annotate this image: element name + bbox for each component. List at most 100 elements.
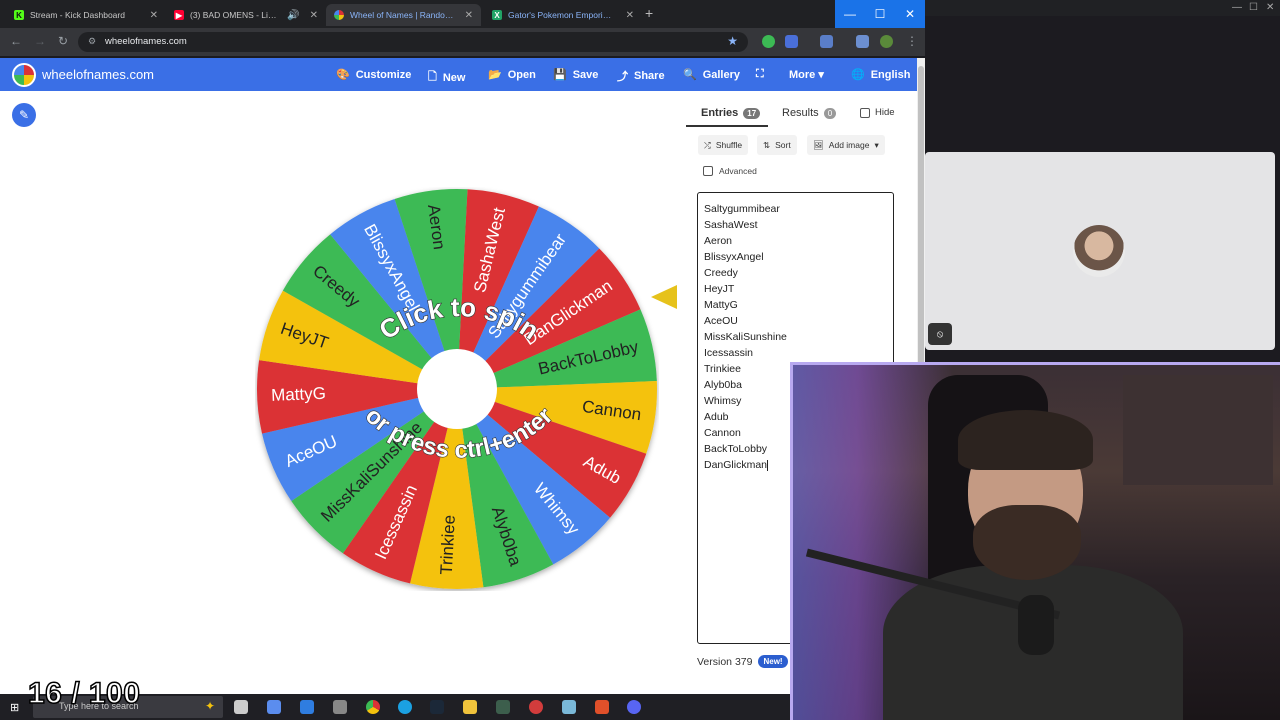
forward-icon[interactable]: → (34, 34, 46, 48)
steam-icon[interactable] (430, 700, 444, 714)
wheel-svg[interactable]: SashaWestSaltygummibearDanGlickmanBackTo… (255, 187, 659, 591)
camera-off-icon[interactable]: ⦸ (928, 323, 952, 345)
site-name[interactable]: wheelofnames.com (42, 67, 154, 82)
share-icon: ⤴ (617, 71, 628, 83)
wheel-segment-label: Trinkiee (437, 514, 459, 575)
site-info-icon[interactable]: ⚙ (88, 36, 96, 47)
entry-line: MissKaliSunshine (704, 331, 787, 343)
search-icon: 🔍 (683, 69, 697, 81)
menu-language[interactable]: 🌐 English (851, 68, 911, 82)
browser-tab[interactable]: K Stream - Kick Dashboard ✕ (6, 4, 166, 26)
excel-icon[interactable] (496, 700, 510, 714)
extension-icon[interactable] (785, 35, 798, 48)
close-icon[interactable]: ✕ (895, 0, 925, 28)
add-image-button[interactable]: 🖼 Add image ▾ (807, 135, 885, 155)
chrome-icon[interactable] (366, 700, 380, 714)
tab-label: Results (782, 107, 819, 119)
menu-label: English (870, 68, 911, 81)
tab-results[interactable]: Results 0 (782, 107, 837, 119)
app-icon[interactable] (333, 700, 347, 714)
extension-icon[interactable] (856, 35, 869, 48)
menu-label: New (442, 71, 466, 84)
add-image-label: Add image (828, 140, 870, 150)
sort-icon: ⇅ (763, 139, 771, 150)
tab-title: Gator's Pokemon Emporium.xls (508, 10, 616, 20)
url-input[interactable]: ⚙ wheelofnames.com ★ (78, 32, 748, 52)
panel-tabs: Entries 17 Results 0 Hide (686, 103, 906, 127)
wheel[interactable]: SashaWest Saltygummibear DanGlickman BackTo… (255, 187, 659, 591)
discord-icon[interactable] (627, 700, 641, 714)
back-icon[interactable]: ← (10, 34, 22, 48)
app-icon[interactable] (529, 700, 543, 714)
reload-icon[interactable]: ↻ (58, 34, 68, 48)
menu-gallery[interactable]: 🔍 Gallery (683, 68, 740, 82)
minimize-icon[interactable]: — (835, 0, 865, 28)
folder-open-icon: 📂 (488, 69, 502, 81)
menu-customize[interactable]: 🎨 Customize (336, 68, 412, 82)
hide-checkbox[interactable]: Hide (860, 107, 895, 118)
entry-line: MattyG (704, 299, 738, 311)
sort-label: Sort (775, 140, 791, 150)
kick-icon: K (14, 10, 24, 20)
microphone (1018, 595, 1054, 655)
browser-tab[interactable]: X Gator's Pokemon Emporium.xls ✕ (484, 4, 642, 26)
browser-tab[interactable]: ▶ (3) BAD OMENS - Like A Vi 🔊 ✕ (166, 4, 326, 26)
browser-tab-active[interactable]: Wheel of Names | Random nam ✕ (326, 4, 481, 26)
audio-icon[interactable]: 🔊 (287, 10, 299, 21)
site-header: wheelofnames.com 🎨 Customize 🗋 New 📂 Ope… (0, 58, 917, 91)
site-logo-icon[interactable] (12, 63, 36, 87)
bookmark-star-icon[interactable]: ★ (727, 34, 738, 48)
shuffle-button[interactable]: ⤮ Shuffle (698, 135, 749, 155)
avatar (1073, 225, 1125, 277)
entry-line: Creedy (704, 267, 738, 279)
profile-avatar[interactable] (880, 35, 893, 48)
address-bar: ← → ↻ ⚙ wheelofnames.com ★ ⋮ (0, 28, 925, 56)
maximize-icon[interactable]: ☐ (865, 0, 895, 28)
app-icon[interactable] (595, 700, 609, 714)
close-tab-icon[interactable]: ✕ (150, 10, 158, 21)
edit-pencil-icon[interactable]: ✎ (12, 103, 36, 127)
new-badge[interactable]: New! (758, 655, 788, 668)
entry-line: BlissyxAngel (704, 251, 764, 263)
text-cursor (767, 459, 769, 471)
wheel-center[interactable] (417, 349, 497, 429)
fullscreen-button[interactable]: ⛶ (756, 68, 764, 81)
close-icon[interactable]: ✕ (1266, 2, 1274, 13)
windows-start-icon[interactable]: ⊞ (10, 701, 19, 714)
menu-open[interactable]: 📂 Open (488, 68, 536, 82)
menu-more[interactable]: More ▾ (789, 68, 824, 81)
url-text: wheelofnames.com (105, 36, 187, 47)
file-explorer-icon[interactable] (463, 700, 477, 714)
new-tab-icon[interactable]: + (645, 5, 653, 21)
shuffle-label: Shuffle (715, 140, 743, 150)
app-icon[interactable] (562, 700, 576, 714)
menu-new[interactable]: 🗋 New (428, 68, 465, 87)
wheel-pointer (651, 285, 677, 309)
entry-line: SashaWest (704, 219, 758, 231)
menu-label: Customize (355, 68, 412, 81)
save-icon: 💾 (553, 69, 567, 81)
store-icon[interactable] (300, 700, 314, 714)
minimize-icon[interactable]: — (1232, 2, 1242, 13)
copilot-icon[interactable] (267, 700, 281, 714)
checkbox-icon[interactable] (703, 166, 713, 176)
menu-save[interactable]: 💾 Save (553, 68, 598, 82)
close-tab-icon[interactable]: ✕ (310, 10, 318, 21)
tab-entries[interactable]: Entries 17 (701, 107, 761, 119)
close-tab-icon[interactable]: ✕ (465, 10, 473, 21)
task-view-icon[interactable] (234, 700, 248, 714)
excel-icon: X (492, 10, 502, 20)
close-tab-icon[interactable]: ✕ (626, 10, 634, 21)
edge-icon[interactable] (398, 700, 412, 714)
advanced-checkbox[interactable]: Advanced (703, 166, 757, 176)
entry-line: AceOU (704, 315, 738, 327)
sparkle-icon: ✦ (204, 699, 215, 713)
fullscreen-icon: ⛶ (756, 68, 764, 80)
sort-button[interactable]: ⇅ Sort (757, 135, 797, 155)
menu-share[interactable]: ⤴ Share (617, 68, 665, 84)
extension-icon[interactable] (762, 35, 775, 48)
extension-icon[interactable] (820, 35, 833, 48)
maximize-icon[interactable]: ☐ (1249, 2, 1258, 13)
checkbox-icon[interactable] (860, 107, 870, 118)
browser-menu-icon[interactable]: ⋮ (906, 34, 918, 48)
